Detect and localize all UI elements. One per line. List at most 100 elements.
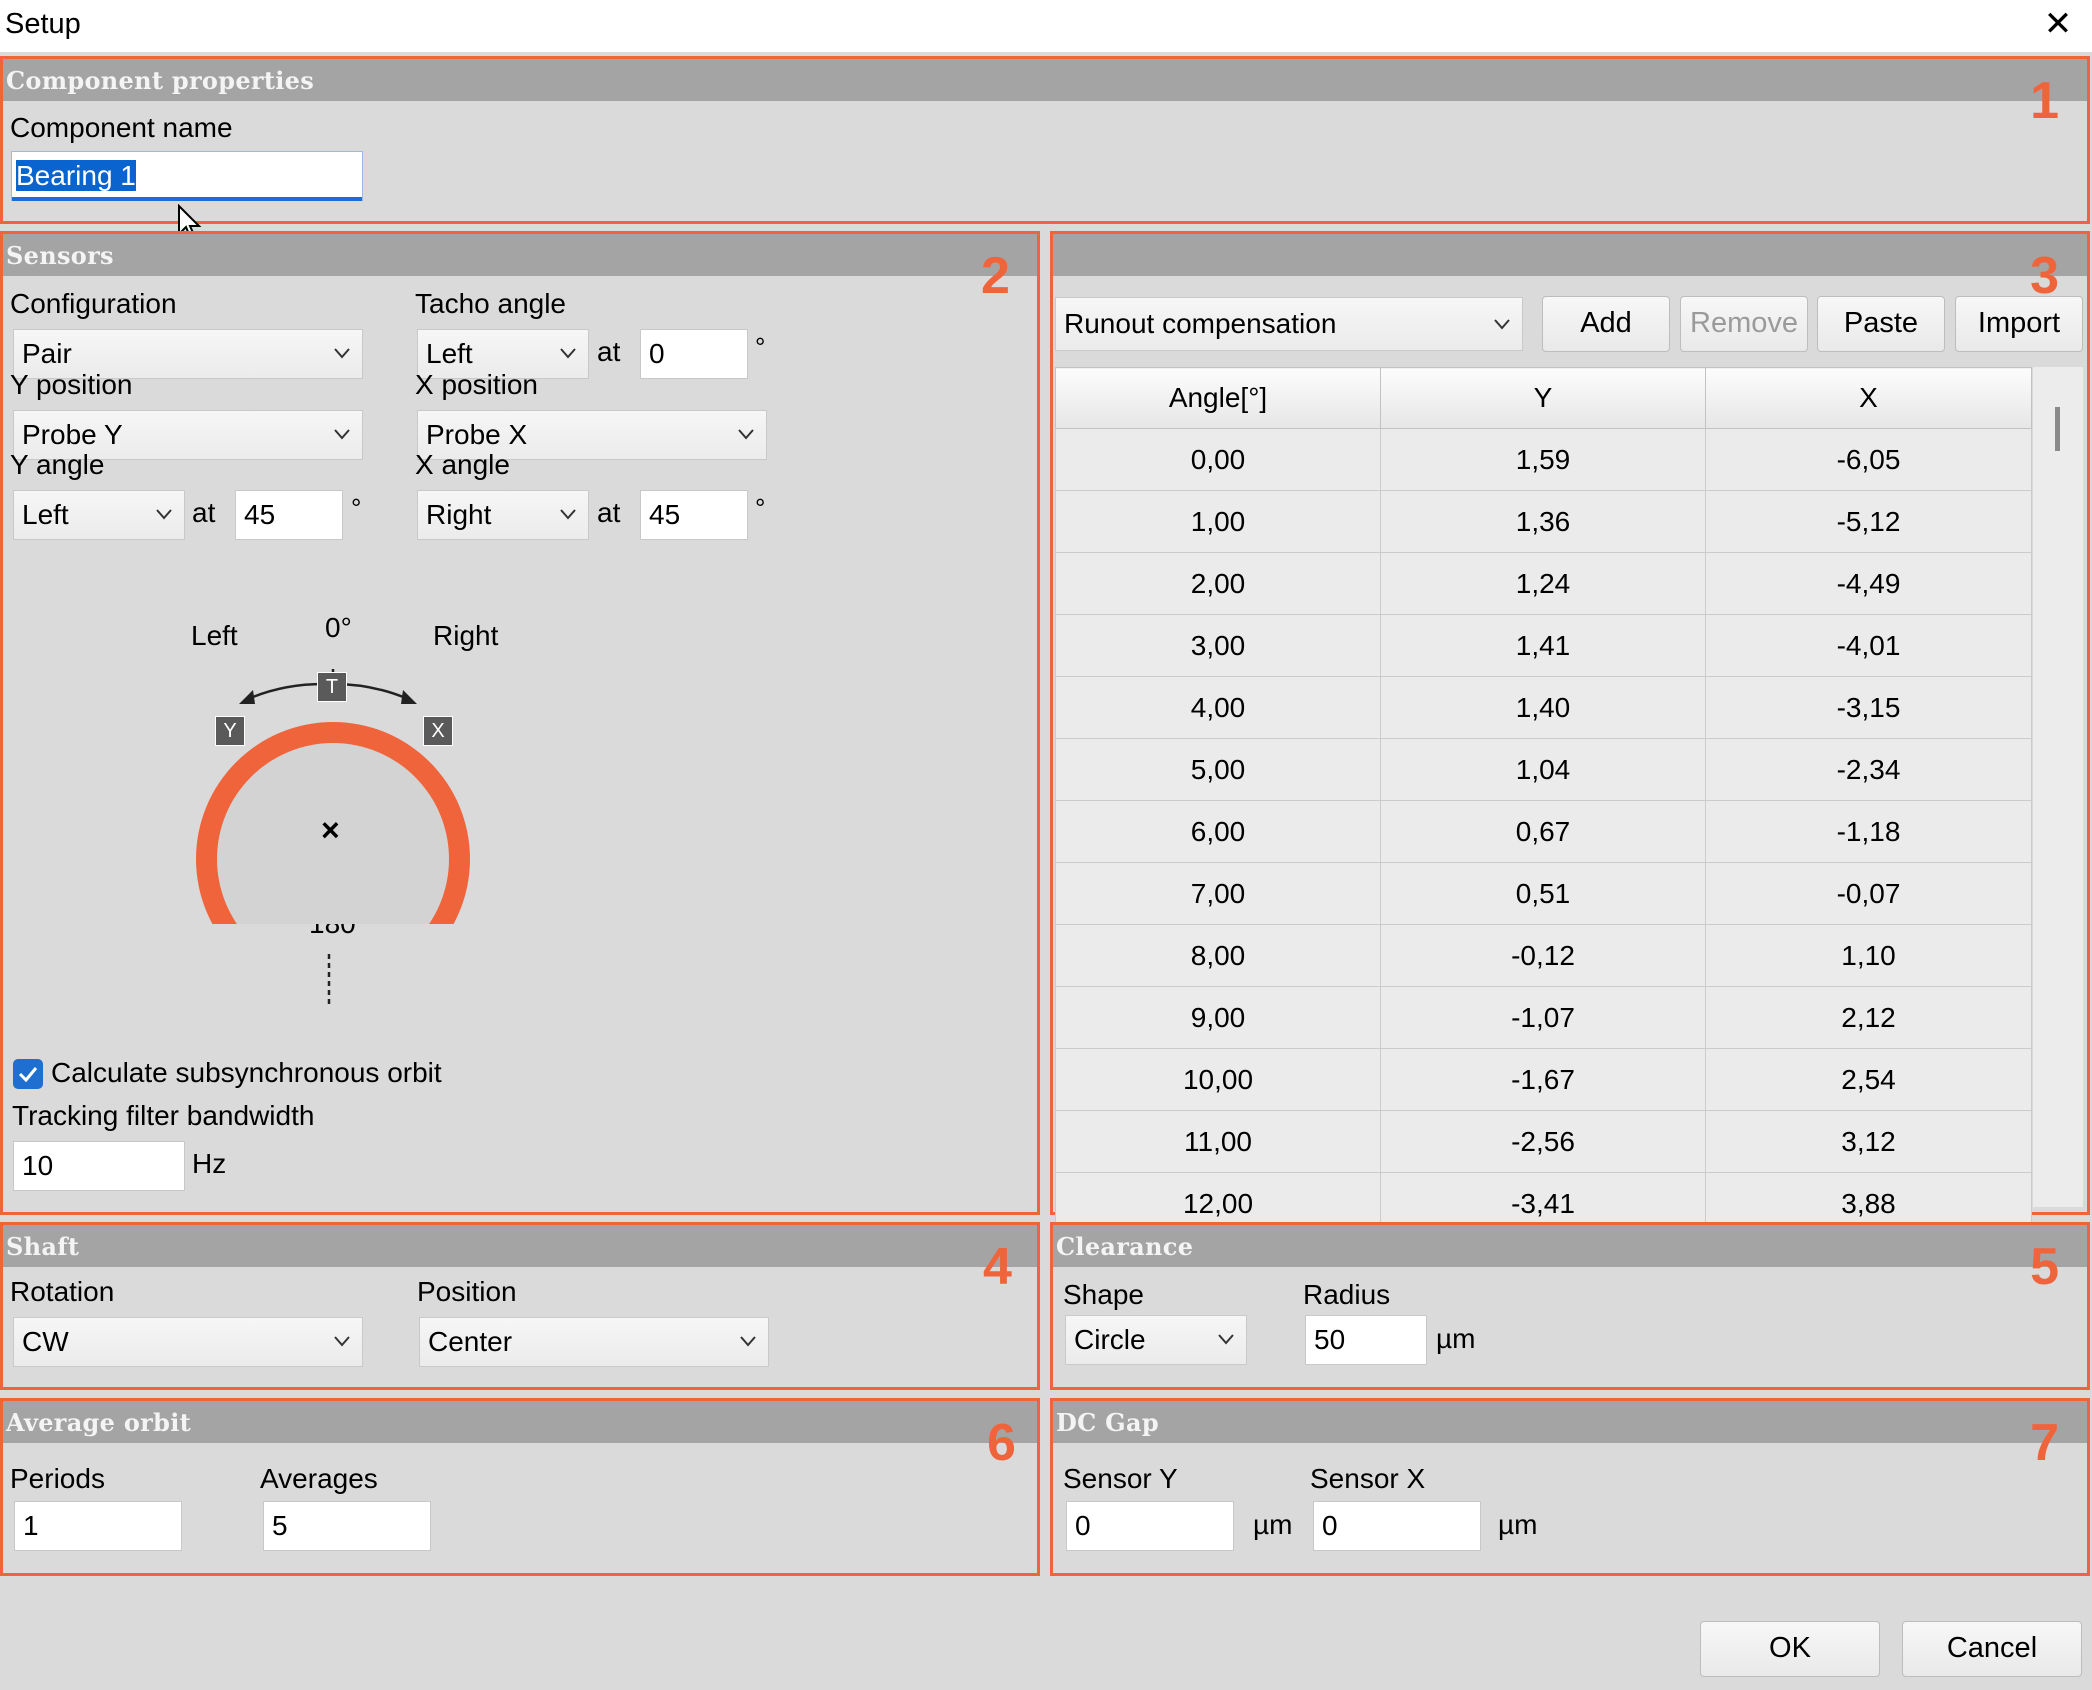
cell-y[interactable]: 1,04 [1380, 738, 1706, 801]
table-row[interactable]: 5,00 1,04 -2,34 [1055, 738, 2032, 801]
remove-button[interactable]: Remove [1680, 296, 1808, 352]
chevron-down-icon [334, 1336, 350, 1347]
panel-title: Clearance [1056, 1232, 1194, 1261]
scrollbar-thumb[interactable] [2055, 407, 2060, 451]
cell-x[interactable]: 3,12 [1705, 1110, 2032, 1173]
cell-angle[interactable]: 0,00 [1055, 428, 1381, 491]
runout-mode-value: Runout compensation [1064, 308, 1337, 339]
shape-select[interactable]: Circle [1065, 1315, 1247, 1365]
cell-x[interactable]: 2,54 [1705, 1048, 2032, 1111]
cell-x[interactable]: -1,18 [1705, 800, 2032, 863]
tracking-filter-field[interactable]: 10 [13, 1141, 185, 1191]
sensor-y-field[interactable]: 0 [1066, 1501, 1234, 1551]
cell-y[interactable]: -1,67 [1380, 1048, 1706, 1111]
cell-angle[interactable]: 9,00 [1055, 986, 1381, 1049]
cell-y[interactable]: -1,07 [1380, 986, 1706, 1049]
add-button[interactable]: Add [1542, 296, 1670, 352]
sensors-panel: Sensors 2 Configuration Pair Tacho angle… [0, 231, 1040, 1215]
cell-y[interactable]: 1,24 [1380, 552, 1706, 615]
cell-angle[interactable]: 8,00 [1055, 924, 1381, 987]
close-icon[interactable]: ✕ [2036, 2, 2080, 46]
cell-x[interactable]: -4,01 [1705, 614, 2032, 677]
cell-y[interactable]: 1,59 [1380, 428, 1706, 491]
averages-value: 5 [272, 1510, 288, 1541]
chevron-down-icon [156, 509, 172, 520]
x-angle-direction-select[interactable]: Right [417, 490, 589, 540]
column-header-angle[interactable]: Angle[°] [1055, 367, 1381, 429]
y-angle-direction-select[interactable]: Left [13, 490, 185, 540]
import-button[interactable]: Import [1955, 296, 2083, 352]
cell-y[interactable]: -0,12 [1380, 924, 1706, 987]
table-row[interactable]: 9,00 -1,07 2,12 [1055, 986, 2032, 1049]
subsync-checkbox[interactable] [13, 1059, 43, 1089]
panel-title: Component properties [6, 66, 315, 95]
sensor-y-label: Sensor Y [1063, 1463, 1178, 1494]
cell-y[interactable]: 1,40 [1380, 676, 1706, 739]
tacho-direction-value: Left [426, 338, 473, 369]
paste-button[interactable]: Paste [1817, 296, 1945, 352]
cell-angle[interactable]: 11,00 [1055, 1110, 1381, 1173]
x-angle-field[interactable]: 45 [640, 490, 748, 540]
cell-y[interactable]: 1,41 [1380, 614, 1706, 677]
table-row[interactable]: 11,00 -2,56 3,12 [1055, 1110, 2032, 1173]
cell-angle[interactable]: 10,00 [1055, 1048, 1381, 1111]
cancel-button[interactable]: Cancel [1902, 1621, 2082, 1677]
cell-angle[interactable]: 1,00 [1055, 490, 1381, 553]
table-row[interactable]: 1,00 1,36 -5,12 [1055, 490, 2032, 553]
cell-x[interactable]: -5,12 [1705, 490, 2032, 553]
table-row[interactable]: 6,00 0,67 -1,18 [1055, 800, 2032, 863]
tacho-marker: T [317, 672, 347, 702]
table-row[interactable]: 7,00 0,51 -0,07 [1055, 862, 2032, 925]
subsync-label[interactable]: Calculate subsynchronous orbit [51, 1057, 442, 1089]
table-row[interactable]: 0,00 1,59 -6,05 [1055, 428, 2032, 491]
cell-x[interactable]: -3,15 [1705, 676, 2032, 739]
cell-angle[interactable]: 5,00 [1055, 738, 1381, 801]
table-row[interactable]: 3,00 1,41 -4,01 [1055, 614, 2032, 677]
table-row[interactable]: 8,00 -0,12 1,10 [1055, 924, 2032, 987]
x-angle-direction-value: Right [426, 499, 492, 530]
cell-y[interactable]: 0,67 [1380, 800, 1706, 863]
table-row[interactable]: 4,00 1,40 -3,15 [1055, 676, 2032, 739]
averages-field[interactable]: 5 [263, 1501, 431, 1551]
sensor-x-label: Sensor X [1310, 1463, 1426, 1494]
table-row[interactable]: 2,00 1,24 -4,49 [1055, 552, 2032, 615]
diagram-top-label: 0° [325, 612, 352, 643]
periods-field[interactable]: 1 [14, 1501, 182, 1551]
cell-x[interactable]: 1,10 [1705, 924, 2032, 987]
table-scrollbar[interactable] [2033, 367, 2083, 1207]
cell-y[interactable]: 1,36 [1380, 490, 1706, 553]
cell-angle[interactable]: 3,00 [1055, 614, 1381, 677]
table-row[interactable]: 10,00 -1,67 2,54 [1055, 1048, 2032, 1111]
rotation-select[interactable]: CW [13, 1317, 363, 1367]
column-header-y[interactable]: Y [1380, 367, 1706, 429]
cell-angle[interactable]: 2,00 [1055, 552, 1381, 615]
at-label: at [597, 336, 621, 367]
cell-y[interactable]: -2,56 [1380, 1110, 1706, 1173]
cell-x[interactable]: -2,34 [1705, 738, 2032, 801]
clearance-panel: Clearance 5 Shape Circle Radius 50 µm [1050, 1222, 2090, 1390]
position-select[interactable]: Center [419, 1317, 769, 1367]
cell-angle[interactable]: 7,00 [1055, 862, 1381, 925]
ok-button[interactable]: OK [1700, 1621, 1880, 1677]
runout-table: Angle[°] Y X 0,00 1,59 -6,05 1,00 1,36 -5,12… [1055, 367, 2032, 1235]
cell-x[interactable]: -6,05 [1705, 428, 2032, 491]
y-angle-field[interactable]: 45 [235, 490, 343, 540]
y-position-value: Probe Y [22, 419, 123, 450]
runout-mode-select[interactable]: Runout compensation [1055, 297, 1523, 351]
component-name-field[interactable]: Bearing 1 [11, 151, 363, 201]
cell-x[interactable]: -0,07 [1705, 862, 2032, 925]
tacho-angle-field[interactable]: 0 [640, 329, 748, 379]
cell-angle[interactable]: 6,00 [1055, 800, 1381, 863]
column-header-x[interactable]: X [1705, 367, 2032, 429]
sensor-x-field[interactable]: 0 [1313, 1501, 1481, 1551]
cell-angle[interactable]: 4,00 [1055, 676, 1381, 739]
tracking-filter-unit: Hz [192, 1148, 227, 1179]
cell-x[interactable]: -4,49 [1705, 552, 2032, 615]
runout-panel: 3 Runout compensation Add Remove Paste I… [1050, 231, 2090, 1235]
tracking-filter-value: 10 [22, 1150, 54, 1181]
chevron-down-icon [560, 348, 576, 359]
cell-y[interactable]: 0,51 [1380, 862, 1706, 925]
radius-field[interactable]: 50 [1305, 1315, 1427, 1365]
x-position-label: X position [415, 369, 538, 400]
cell-x[interactable]: 2,12 [1705, 986, 2032, 1049]
